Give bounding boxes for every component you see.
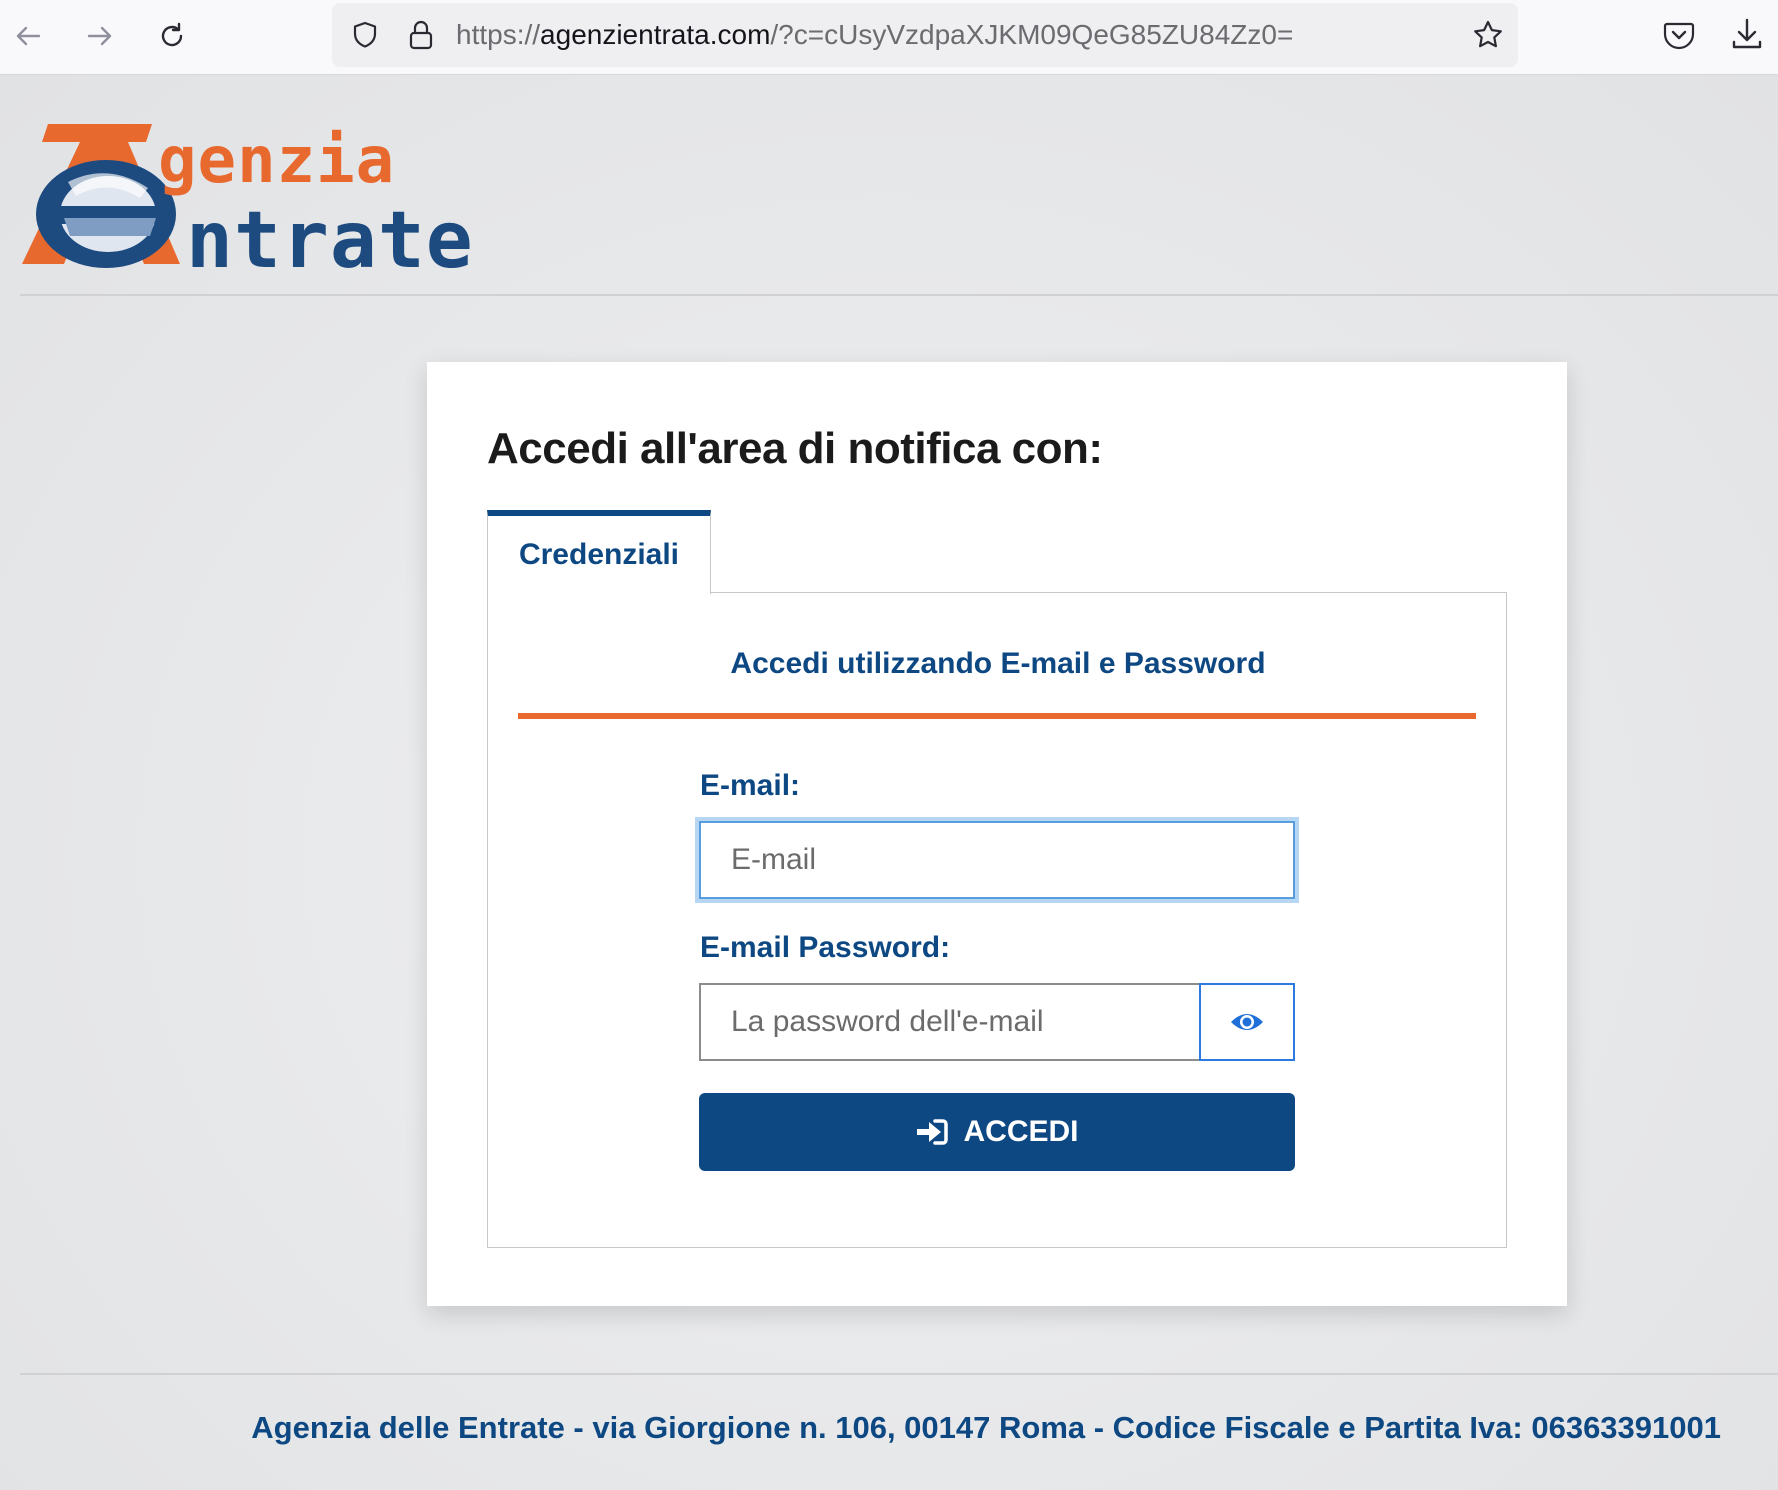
email-label: E-mail: bbox=[700, 769, 801, 802]
pocket-icon[interactable] bbox=[1662, 18, 1696, 52]
back-arrow-icon bbox=[16, 26, 41, 46]
url-scheme: https:// bbox=[456, 19, 541, 50]
login-card: Accedi all'area di notifica con: Credenz… bbox=[427, 362, 1567, 1306]
credentials-panel: Accedi utilizzando E-mail e Password E-m… bbox=[487, 592, 1507, 1248]
star-icon[interactable] bbox=[1472, 19, 1504, 51]
url-text[interactable]: https://agenzientrata.com/?c=cUsyVzdpaXJ… bbox=[456, 3, 1293, 67]
browser-toolbar: https://agenzientrata.com/?c=cUsyVzdpaXJ… bbox=[0, 0, 1778, 75]
download-icon[interactable] bbox=[1730, 16, 1764, 52]
forward-arrow-icon bbox=[87, 26, 112, 46]
login-title: Accedi all'area di notifica con: bbox=[487, 424, 1103, 473]
email-input[interactable] bbox=[699, 821, 1295, 899]
logo-text-agenzia: genzia bbox=[158, 124, 396, 198]
back-button[interactable] bbox=[6, 14, 50, 58]
footer-divider bbox=[20, 1373, 1778, 1375]
sign-in-icon bbox=[917, 1119, 949, 1145]
login-subtitle: Accedi utilizzando E-mail e Password bbox=[730, 647, 1266, 680]
accedi-button[interactable]: ACCEDI bbox=[699, 1093, 1295, 1171]
accedi-button-label: ACCEDI bbox=[963, 1115, 1079, 1148]
password-label: E-mail Password: bbox=[700, 931, 951, 964]
url-host: agenzientrata.com bbox=[540, 19, 771, 50]
tab-connector bbox=[488, 590, 710, 594]
reload-icon bbox=[161, 22, 183, 47]
header-divider bbox=[20, 294, 1778, 296]
logo-text-entrate: ntrate bbox=[186, 196, 474, 286]
url-path: /?c=cUsyVzdpaXJKM09QeG85ZU84Zz0= bbox=[770, 19, 1294, 50]
shield-icon[interactable] bbox=[350, 20, 380, 50]
eye-icon bbox=[1231, 1014, 1263, 1030]
lock-icon[interactable] bbox=[406, 19, 436, 51]
subtitle-underline bbox=[518, 713, 1476, 719]
tab-credenziali[interactable]: Credenziali bbox=[487, 510, 711, 594]
password-input[interactable] bbox=[699, 983, 1199, 1061]
forward-button[interactable] bbox=[78, 14, 122, 58]
url-bar[interactable]: https://agenzientrata.com/?c=cUsyVzdpaXJ… bbox=[332, 3, 1518, 67]
tab-credenziali-label: Credenziali bbox=[518, 538, 680, 571]
reload-button[interactable] bbox=[150, 14, 194, 58]
footer-text: Agenzia delle Entrate - via Giorgione n.… bbox=[251, 1410, 1721, 1445]
show-password-button[interactable] bbox=[1199, 983, 1295, 1061]
